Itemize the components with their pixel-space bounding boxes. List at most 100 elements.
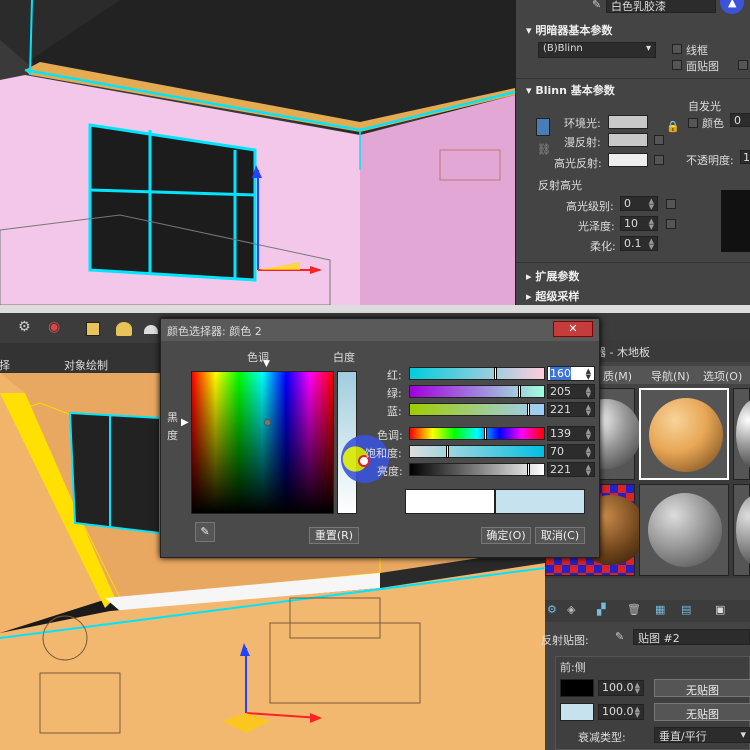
front-map-button[interactable]: 无贴图 (654, 679, 750, 697)
sample-slot[interactable] (733, 388, 750, 480)
cancel-button[interactable]: 取消(C) (535, 527, 585, 544)
shader-basic-rollout-header[interactable]: ▾ 明暗器基本参数 (526, 22, 612, 38)
select-label[interactable]: 选择 (0, 357, 10, 373)
material-name-field[interactable]: 白色乳胶漆 (606, 0, 716, 13)
viewport-scene-top (0, 0, 515, 305)
link-icon[interactable]: ⛓ (537, 143, 551, 156)
specular-highlights-label: 反射高光 (538, 179, 582, 192)
saturation-slider[interactable] (409, 445, 545, 458)
wire-checkbox[interactable] (672, 44, 682, 54)
put-library-icon[interactable]: ▤ (681, 603, 691, 616)
red-field[interactable]: 160 ▲ ▼ (547, 366, 595, 381)
soften-field[interactable]: 0.1 ▲ ▼ (620, 236, 658, 251)
close-button[interactable]: ✕ (553, 321, 593, 337)
diffuse-label: 漫反射: (564, 136, 601, 149)
extended-params-rollout-header[interactable]: ▸ 扩展参数 (526, 268, 579, 284)
green-slider[interactable] (409, 385, 545, 398)
sample-slot-active[interactable] (639, 388, 729, 480)
spec-level-field[interactable]: 0 ▲ ▼ (620, 196, 658, 211)
hue-field[interactable]: 139 ▲ ▼ (547, 426, 595, 441)
front-side-label: 前:侧 (560, 661, 586, 674)
color-picker-titlebar[interactable]: 颜色选择器: 颜色 2 ✕ (161, 319, 599, 341)
lock-icon[interactable]: 🔒 (666, 120, 680, 133)
side-map-button[interactable]: 无贴图 (654, 703, 750, 721)
put-to-scene-icon[interactable]: ◈ (567, 603, 575, 616)
assign-icon[interactable]: ▞ (597, 603, 605, 616)
glossiness-map-button[interactable] (666, 219, 676, 229)
front-color-swatch[interactable] (560, 679, 594, 697)
specular-map-button[interactable] (654, 155, 664, 165)
eyedropper-icon[interactable]: ✎ (592, 0, 601, 11)
blinn-basic-rollout-header[interactable]: ▾ Blinn 基本参数 (526, 82, 615, 98)
menu-material[interactable]: 质(M) (603, 368, 632, 384)
rollout-title: 扩展参数 (535, 270, 580, 283)
menu-options[interactable]: 选项(O) (703, 368, 742, 384)
shader-type-select[interactable]: (B)Blinn ▾ (538, 42, 656, 58)
wire-label: 线框 (686, 44, 708, 57)
supersampling-rollout-header[interactable]: ▸ 超级采样 (526, 288, 579, 304)
value-label: 亮度: (377, 465, 403, 478)
hue-cursor[interactable] (264, 419, 271, 426)
hemisphere-icon[interactable] (144, 325, 158, 334)
spec-level-map-button[interactable] (666, 199, 676, 209)
reflect-map-label: 反射贴图: (541, 634, 589, 647)
blackness-label: 黑度 (167, 411, 178, 442)
reset-button[interactable]: 重置(R) (309, 527, 359, 544)
value-field[interactable]: 221 ▲ ▼ (547, 462, 595, 477)
side-amount-field[interactable]: 100.0 ▲ ▼ (598, 704, 644, 720)
sample-slot[interactable] (733, 484, 750, 576)
diffuse-map-button[interactable] (654, 135, 664, 145)
sample-slot[interactable] (639, 484, 729, 576)
make-unique-icon[interactable]: ▦ (655, 603, 665, 616)
faceted-checkbox[interactable] (672, 60, 682, 70)
value-slider[interactable] (409, 463, 545, 476)
falloff-params-box: 前:侧 100.0 ▲ ▼ 无贴图 100.0 ▲ ▼ 无贴图 衰减类型: 垂直/平行 ▾ (555, 656, 750, 750)
blue-label: 蓝: (387, 405, 402, 418)
green-label: 绿: (387, 387, 402, 400)
falloff-type-select[interactable]: 垂直/平行 ▾ (654, 727, 750, 743)
red-label: 红: (387, 369, 402, 382)
saturation-field[interactable]: 70 ▲ ▼ (547, 444, 595, 459)
lock-ambient-diffuse-icon[interactable] (536, 118, 550, 136)
picker-eyedropper-button[interactable]: ✎ (195, 522, 215, 542)
material-type-button[interactable]: ▲ (720, 0, 744, 14)
hue-blackness-field[interactable] (191, 371, 334, 514)
reset-map-icon[interactable]: 🗑 (627, 603, 641, 616)
faceted-label: 面贴图 (686, 60, 719, 73)
ribbon-labels: 选择 对象绘制 (0, 343, 160, 373)
red-slider[interactable] (409, 367, 545, 380)
object-paint-label[interactable]: 对象绘制 (64, 357, 108, 373)
show-map-icon[interactable]: ▣ (715, 603, 725, 616)
close-icon: ✕ (568, 322, 578, 335)
ok-button[interactable]: 确定(O) (481, 527, 531, 544)
blue-field[interactable]: 221 ▲ ▼ (547, 402, 595, 417)
self-illum-color-checkbox[interactable] (688, 118, 698, 128)
eyedropper-icon: ✎ (200, 525, 210, 538)
eyedropper-icon[interactable]: ✎ (615, 630, 624, 643)
side-color-swatch[interactable] (560, 703, 594, 721)
tool-icon-2[interactable]: ◉ (48, 319, 60, 335)
new-color-swatch (495, 489, 585, 514)
get-material-icon[interactable]: ⚙ (547, 603, 557, 616)
opacity-field[interactable]: 10 (740, 150, 750, 164)
map-name-field[interactable]: 贴图 #2 (633, 629, 750, 645)
specular-swatch[interactable] (608, 153, 648, 167)
tool-icon-1[interactable]: ⚙ (18, 319, 31, 335)
top-viewport[interactable] (0, 0, 515, 305)
green-field[interactable]: 205 ▲ ▼ (547, 384, 595, 399)
box-icon[interactable] (86, 322, 100, 336)
material-params-panel: ✎ 白色乳胶漆 ▲ ▾ 明暗器基本参数 (B)Blinn ▾ 线框 面贴图 ▾ B… (515, 0, 750, 305)
blue-slider[interactable] (409, 403, 545, 416)
glossiness-field[interactable]: 10 ▲ ▼ (620, 216, 658, 231)
self-illum-value[interactable]: 0 (730, 113, 750, 127)
self-illum-label: 自发光 (688, 100, 721, 113)
extra-checkbox[interactable] (738, 60, 748, 70)
sphere-tool-icon[interactable] (116, 322, 132, 336)
ambient-swatch[interactable] (608, 115, 648, 129)
highlight-curve-graph (721, 190, 750, 252)
hue-slider[interactable] (409, 427, 545, 440)
blackness-pointer-icon: ▶ (181, 417, 189, 428)
menu-navigation[interactable]: 导航(N) (651, 368, 690, 384)
diffuse-swatch[interactable] (608, 133, 648, 147)
front-amount-field[interactable]: 100.0 ▲ ▼ (598, 680, 644, 696)
